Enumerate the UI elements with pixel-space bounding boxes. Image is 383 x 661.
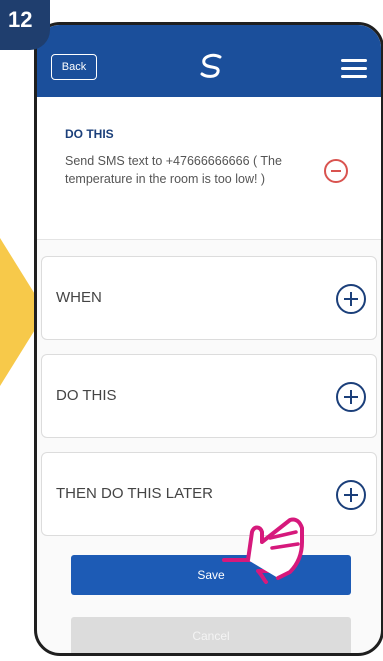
plus-circle-icon[interactable]: [336, 382, 366, 412]
minus-circle-icon[interactable]: [324, 159, 348, 183]
card-description: Send SMS text to +47666666666 ( The temp…: [65, 154, 282, 186]
section-label: WHEN: [56, 289, 102, 306]
card-heading: DO THIS: [65, 127, 114, 141]
section-label: DO THIS: [56, 387, 117, 404]
section-when[interactable]: WHEN: [41, 256, 377, 340]
back-button[interactable]: Back: [51, 54, 97, 80]
do-this-card: DO THIS Send SMS text to +47666666666 ( …: [37, 97, 381, 240]
phone-screen: Back DO THIS Send SMS text to +476666666…: [34, 22, 383, 656]
step-number: 12: [8, 7, 33, 32]
section-label: THEN DO THIS LATER: [56, 485, 213, 502]
step-badge: 12: [0, 0, 50, 50]
menu-icon[interactable]: [341, 59, 367, 78]
plus-circle-icon[interactable]: [336, 284, 366, 314]
section-then-do-this-later[interactable]: THEN DO THIS LATER: [41, 452, 377, 536]
plus-circle-icon[interactable]: [336, 480, 366, 510]
pointing-hand-icon: [222, 517, 304, 584]
logo-icon: [200, 53, 222, 78]
section-do-this[interactable]: DO THIS: [41, 354, 377, 438]
cancel-button[interactable]: Cancel: [71, 617, 351, 653]
top-bar: Back: [37, 25, 381, 97]
